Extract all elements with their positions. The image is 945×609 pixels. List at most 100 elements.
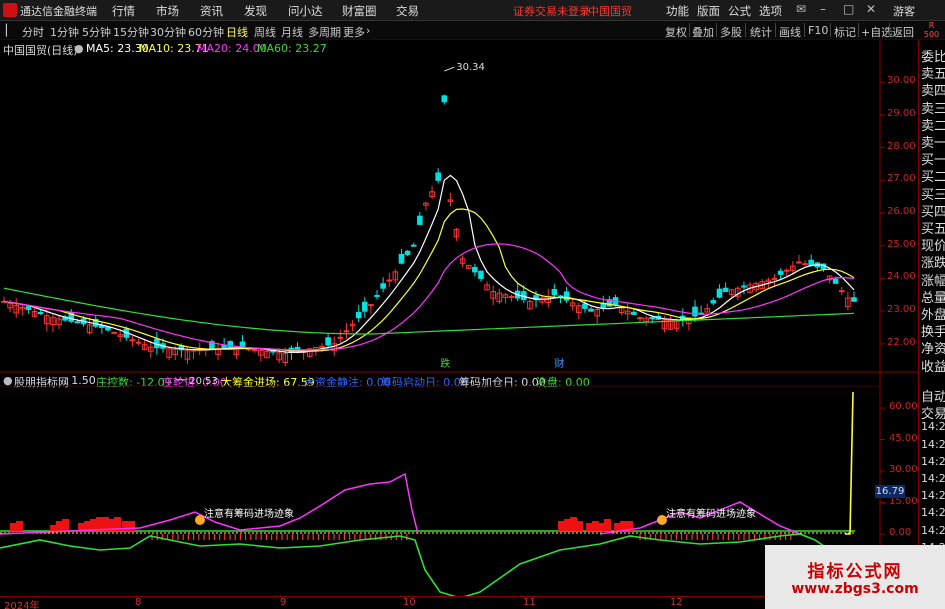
tab-weekly[interactable]: 周线 (254, 24, 276, 40)
price-tick-label: 26.00 (887, 206, 916, 217)
menu-formula[interactable]: 公式 (728, 3, 751, 19)
tab-more[interactable]: 更多 (343, 24, 365, 40)
login-notice[interactable]: 证券交易未登录 (513, 3, 590, 19)
quote-field-label[interactable]: 卖一 (921, 132, 945, 151)
tab-1min[interactable]: 1分钟 (50, 24, 79, 40)
signal-block (576, 521, 583, 531)
price-tick-label: 22.00 (887, 336, 916, 348)
auto-trade-label: 交易 (921, 407, 945, 423)
quote-field-label[interactable]: 换手 (921, 321, 945, 340)
menu-wealth[interactable]: 财富圈 (342, 3, 377, 19)
mark-button[interactable]: 标记 (834, 24, 856, 40)
menu-ask[interactable]: 问小达 (288, 3, 323, 19)
tick-time-label: 14:24 (921, 437, 945, 451)
tab-5min[interactable]: 5分钟 (82, 24, 111, 40)
statistics-button[interactable]: 统计 (750, 24, 772, 40)
price-tick-label: 29.00 (887, 107, 916, 119)
quote-field-label[interactable]: 总量 (921, 287, 945, 306)
menu-layout[interactable]: 版面 (697, 3, 720, 19)
menu-market[interactable]: 市场 (156, 3, 179, 19)
signal-block (592, 521, 599, 531)
draw-line-button[interactable]: 画线 (779, 24, 801, 40)
candle-body (716, 288, 723, 298)
x-label: 12 (670, 597, 683, 608)
candle-body (808, 259, 814, 266)
quote-field-label[interactable]: 净资 (921, 338, 945, 357)
tab-15min[interactable]: 15分钟 (113, 24, 149, 40)
guest-label[interactable]: 游客 (893, 3, 915, 19)
quote-field-label[interactable]: 卖四 (921, 80, 945, 99)
price-tick-label: 25.00 (887, 238, 916, 250)
menu-function[interactable]: 功能 (666, 3, 689, 19)
quote-field-label[interactable]: 收益 (921, 356, 945, 375)
quote-field-label[interactable]: 买一 (921, 149, 945, 168)
signal-block (598, 523, 605, 531)
menu-options[interactable]: 选项 (759, 3, 782, 19)
quote-side-panel: 委比 卖五 卖四 卖三 卖二 卖一 买一 买二 买三 买四 买五 现价 涨跌 涨幅 总量 外盘 换手 净资 收益 自动… (918, 40, 945, 609)
signal-block (558, 521, 565, 531)
restore-rights-button[interactable]: 复权 (665, 24, 687, 40)
candle-body (851, 297, 857, 302)
quote-field-label[interactable]: 买四 (921, 201, 945, 220)
period-toolbar: ▏ 分时 1分钟 5分钟 15分钟 30分钟 60分钟 日线 周线 月线 多周期… (0, 21, 945, 40)
overlay-button[interactable]: 叠加 (692, 24, 714, 40)
quote-field-label[interactable]: 买二 (921, 166, 945, 185)
tab-multi-period[interactable]: 多周期 (308, 24, 341, 40)
back-button[interactable]: 返回 (892, 24, 914, 40)
kline-chart[interactable]: 30.34 20.53 跌 财注意有筹码进场迹象 注意有筹码进场迹象 (0, 40, 918, 597)
minimize-icon[interactable]: – (820, 2, 826, 16)
tick-time-label: 14:24 (921, 489, 945, 503)
tab-daily[interactable]: 日线 (226, 24, 248, 40)
quote-field-label[interactable]: 买三 (921, 184, 945, 203)
candle-body (111, 331, 117, 334)
tick-time-label: 14:24 (921, 420, 945, 434)
quote-field-label[interactable]: 买五 (921, 218, 945, 237)
price-tick-label: 30.00 (887, 75, 916, 87)
menu-discover[interactable]: 发现 (244, 3, 267, 19)
zhuang-control-line (0, 533, 831, 597)
chevron-right-icon[interactable]: › (366, 24, 370, 37)
close-icon[interactable]: ✕ (866, 2, 876, 16)
maximize-icon[interactable]: □ (843, 2, 854, 16)
sidebar-toggle-icon[interactable]: ▏ (6, 24, 14, 37)
multi-stock-button[interactable]: 多股 (720, 24, 742, 40)
divider (745, 23, 746, 37)
candle-body (722, 287, 729, 292)
quote-field-label[interactable]: 外盘 (921, 304, 945, 323)
candle-body (251, 349, 258, 352)
candle-body (380, 283, 386, 289)
quote-field-label[interactable]: 涨跌 (921, 252, 945, 271)
menu-quotes[interactable]: 行情 (112, 3, 135, 19)
quote-field-label[interactable]: 现价 (921, 235, 945, 254)
tab-30min[interactable]: 30分钟 (150, 24, 186, 40)
tick-time-label: 14:24 (921, 472, 945, 485)
candle-body (472, 267, 478, 273)
f10-button[interactable]: F10 (808, 24, 828, 37)
tab-intraday[interactable]: 分时 (22, 24, 44, 40)
candle-body (783, 269, 790, 272)
signal-block (128, 521, 135, 531)
candle-body (361, 301, 368, 312)
menu-trade[interactable]: 交易 (396, 3, 419, 19)
sub-tick-label: 45.00 (889, 432, 918, 444)
candle-body (838, 290, 845, 293)
quote-field-label[interactable]: 卖三 (921, 98, 945, 117)
quote-field-label[interactable]: 卖二 (921, 115, 945, 134)
candle-body (374, 294, 380, 297)
divider (830, 23, 831, 37)
mail-icon[interactable]: ✉ (796, 2, 806, 16)
x-label: 8 (135, 597, 142, 608)
candle-body (692, 306, 698, 317)
alert-text: 注意有筹码进场迹象 (204, 507, 294, 520)
quote-field-label[interactable]: 卖五 (921, 63, 945, 82)
quote-field-label[interactable]: 涨幅 (921, 270, 945, 289)
tab-monthly[interactable]: 月线 (281, 24, 303, 40)
app-title: 通达信金融终端 (20, 5, 97, 18)
add-watchlist-button[interactable]: +自选 (861, 24, 892, 40)
price-tick-label: 24.00 (887, 271, 916, 283)
candle-body (227, 341, 234, 349)
tab-60min[interactable]: 60分钟 (188, 24, 224, 40)
x-label: 11 (523, 597, 536, 608)
menu-news[interactable]: 资讯 (200, 3, 223, 19)
quote-field-label[interactable]: 委比 (921, 46, 945, 65)
